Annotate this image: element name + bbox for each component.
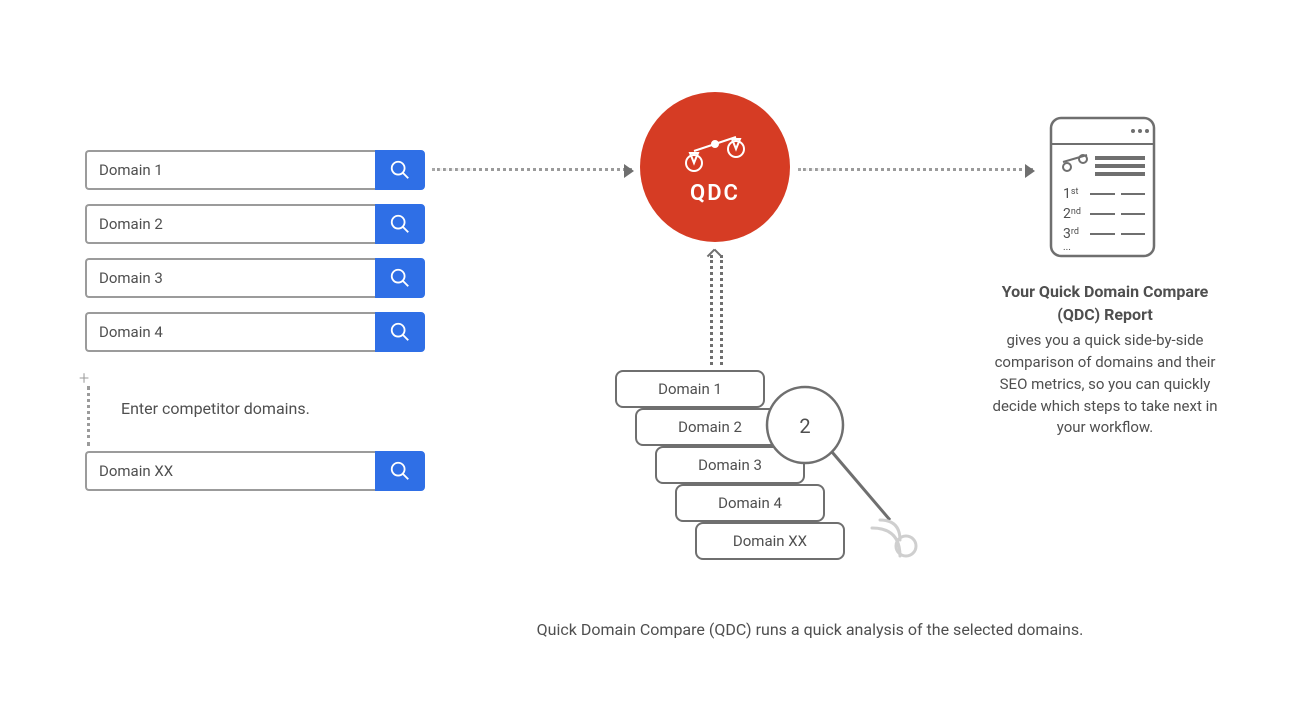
qdc-label: QDC bbox=[690, 181, 740, 206]
domain-input-row-2: Domain 2 bbox=[85, 204, 425, 244]
arrow-fade-left bbox=[432, 168, 472, 171]
report-description: Your Quick Domain Compare (QDC) Report g… bbox=[980, 280, 1230, 439]
add-more-gap: + Enter competitor domains. bbox=[85, 366, 425, 451]
analysis-caption: Quick Domain Compare (QDC) runs a quick … bbox=[500, 620, 1120, 639]
search-button-1[interactable] bbox=[375, 150, 425, 190]
rank-1: 1 bbox=[1063, 186, 1071, 202]
arrow-head-icon bbox=[1025, 164, 1035, 178]
vertical-dots-icon bbox=[87, 386, 90, 446]
domain-input-2[interactable]: Domain 2 bbox=[85, 204, 375, 244]
scales-icon bbox=[684, 129, 746, 175]
domain-input-4[interactable]: Domain 4 bbox=[85, 312, 375, 352]
search-icon bbox=[389, 460, 411, 482]
arrow-fade-left bbox=[798, 168, 838, 171]
qdc-circle: QDC bbox=[640, 92, 790, 242]
search-button-4[interactable] bbox=[375, 312, 425, 352]
domain-input-1[interactable]: Domain 1 bbox=[85, 150, 375, 190]
search-button-2[interactable] bbox=[375, 204, 425, 244]
rank-2: 2 bbox=[1063, 206, 1071, 222]
report-heading: Your Quick Domain Compare (QDC) Report bbox=[980, 280, 1230, 326]
search-button-xx[interactable] bbox=[375, 451, 425, 491]
rank-3: 3 bbox=[1063, 226, 1071, 242]
arrow-head-up-icon bbox=[706, 248, 722, 264]
domain-input-row-xx: Domain XX bbox=[85, 451, 425, 491]
search-icon bbox=[389, 267, 411, 289]
domain-input-row-3: Domain 3 bbox=[85, 258, 425, 298]
arrow-stack-to-qdc-2 bbox=[720, 255, 723, 365]
domain-input-row-1: Domain 1 bbox=[85, 150, 425, 190]
magnifier-icon: 2 bbox=[760, 380, 930, 570]
svg-text:2: 2 bbox=[799, 414, 810, 438]
diagram-canvas: Domain 1 Domain 2 Domain 3 Domain 4 + bbox=[0, 0, 1289, 714]
domain-input-xx[interactable]: Domain XX bbox=[85, 451, 375, 491]
svg-text:...: ... bbox=[1063, 242, 1071, 253]
report-illustration: 1st 2nd 3rd ... bbox=[1045, 112, 1160, 262]
search-button-3[interactable] bbox=[375, 258, 425, 298]
search-icon bbox=[389, 159, 411, 181]
report-body: gives you a quick side-by-side compariso… bbox=[992, 331, 1217, 436]
arrow-head-icon bbox=[624, 164, 634, 178]
domain-input-row-4: Domain 4 bbox=[85, 312, 425, 352]
domain-input-3[interactable]: Domain 3 bbox=[85, 258, 375, 298]
search-icon bbox=[389, 213, 411, 235]
arrow-stack-to-qdc bbox=[710, 255, 713, 365]
domain-inputs-column: Domain 1 Domain 2 Domain 3 Domain 4 + bbox=[85, 150, 425, 505]
instruction-text: Enter competitor domains. bbox=[121, 399, 310, 418]
search-icon bbox=[389, 321, 411, 343]
domain-card-1: Domain 1 bbox=[615, 370, 765, 408]
